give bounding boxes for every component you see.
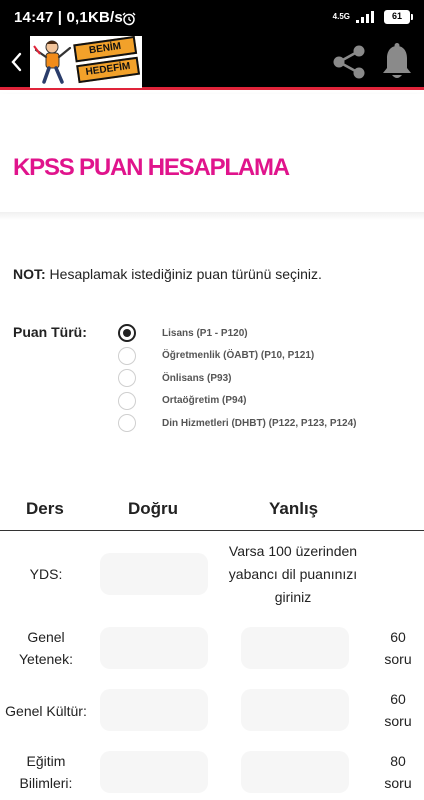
- app-logo[interactable]: BENİM HEDEFİM: [30, 36, 142, 88]
- radio-button[interactable]: [118, 414, 136, 433]
- row-label-yds: YDS:: [29, 566, 63, 582]
- radio-button[interactable]: [118, 324, 136, 343]
- radio-option-label: Önlisans (P93): [162, 372, 232, 384]
- genel-yetenek-dogru-input[interactable]: [100, 627, 208, 669]
- battery-icon: 61: [384, 10, 413, 24]
- table-header-divider: [0, 530, 424, 531]
- radio-option-label: Lisans (P1 - P120): [162, 327, 248, 339]
- radio-button[interactable]: [118, 369, 136, 388]
- genel-kultur-soru: 60 soru: [384, 691, 412, 729]
- note-body: Hesaplamak istediğiniz puan türünü seçin…: [45, 266, 322, 282]
- logo-text: BENİM HEDEFİM: [73, 36, 141, 88]
- section-divider: [0, 212, 424, 220]
- app-bar: BENİM HEDEFİM: [0, 34, 424, 90]
- genel-yetenek-yanlis-input[interactable]: [241, 627, 349, 669]
- back-button[interactable]: [4, 46, 28, 78]
- genel-kultur-yanlis-input[interactable]: [241, 689, 349, 731]
- puan-turu-label: Puan Türü:: [13, 324, 87, 340]
- page-title: KPSS PUAN HESAPLAMA: [13, 154, 290, 181]
- radio-option-din-hizmetleri[interactable]: Din Hizmetleri (DHBT) (P122, P123, P124): [118, 412, 357, 435]
- column-header-yanlis: Yanlış: [269, 499, 319, 518]
- row-label-genel-kultur: Genel Kültür:: [5, 703, 87, 719]
- yds-note: Varsa 100 üzerinden yabancı dil puanınız…: [228, 543, 358, 605]
- radio-option-ortaogretim[interactable]: Ortaöğretim (P94): [118, 390, 357, 413]
- puan-turu-radio-group: Lisans (P1 - P120) Öğretmenlik (ÖABT) (P…: [118, 322, 357, 435]
- egitim-bilimleri-soru: 80 soru: [384, 753, 412, 791]
- radio-option-lisans[interactable]: Lisans (P1 - P120): [118, 322, 357, 345]
- note-bold: NOT:: [13, 266, 46, 282]
- radio-option-label: Ortaöğretim (P94): [162, 395, 247, 407]
- alarm-icon: [122, 12, 136, 26]
- egitim-bilimleri-yanlis-input[interactable]: [241, 751, 349, 793]
- bell-icon: [383, 43, 411, 78]
- row-label-egitim-bilimleri: Eğitim Bilimleri:: [19, 753, 73, 791]
- egitim-bilimleri-dogru-input[interactable]: [100, 751, 208, 793]
- radio-button[interactable]: [118, 346, 136, 365]
- row-label-genel-yetenek: Genel Yetenek:: [19, 629, 73, 667]
- column-header-dogru: Doğru: [128, 499, 179, 518]
- column-header-ders: Ders: [26, 499, 64, 518]
- genel-kultur-dogru-input[interactable]: [100, 689, 208, 731]
- share-button[interactable]: [330, 44, 368, 80]
- radio-button[interactable]: [118, 391, 136, 410]
- status-time: 14:47 | 0,1KB/s: [14, 9, 123, 26]
- radio-option-ogretmenlik[interactable]: Öğretmenlik (ÖABT) (P10, P121): [118, 345, 357, 368]
- note-text: NOT: Hesaplamak istediğiniz puan türünü …: [13, 266, 322, 282]
- chevron-left-icon: [11, 52, 22, 72]
- title-card: KPSS PUAN HESAPLAMA: [0, 94, 424, 212]
- status-bar: 14:47 | 0,1KB/s 4.5G 61: [0, 0, 424, 34]
- signal-icon: [356, 11, 374, 23]
- genel-yetenek-soru: 60 soru: [384, 629, 412, 667]
- radio-option-onlisans[interactable]: Önlisans (P93): [118, 367, 357, 390]
- radio-option-label: Din Hizmetleri (DHBT) (P122, P123, P124): [162, 417, 357, 429]
- yds-dogru-input[interactable]: [100, 553, 208, 595]
- radio-option-label: Öğretmenlik (ÖABT) (P10, P121): [162, 350, 315, 362]
- share-icon: [333, 45, 365, 79]
- network-label: 4.5G: [332, 12, 350, 21]
- notification-button[interactable]: [380, 42, 414, 82]
